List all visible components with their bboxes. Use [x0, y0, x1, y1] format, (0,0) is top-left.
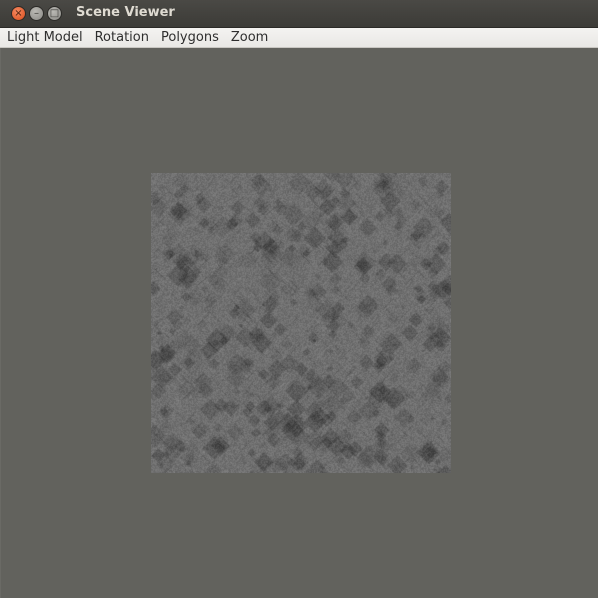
menu-zoom[interactable]: Zoom	[225, 30, 274, 45]
window-controls: × – □	[11, 6, 62, 21]
menu-rotation[interactable]: Rotation	[89, 30, 155, 45]
close-button[interactable]: ×	[11, 6, 26, 21]
title-bar[interactable]: × – □ Scene Viewer	[0, 0, 598, 28]
minimize-icon: –	[34, 7, 39, 19]
window-title: Scene Viewer	[76, 5, 175, 20]
maximize-icon: □	[49, 7, 60, 19]
maximize-button[interactable]: □	[47, 6, 62, 21]
minimize-button[interactable]: –	[29, 6, 44, 21]
menu-light-model[interactable]: Light Model	[0, 30, 89, 45]
menu-polygons[interactable]: Polygons	[155, 30, 225, 45]
close-icon: ×	[14, 7, 23, 19]
menu-bar: Light Model Rotation Polygons Zoom	[0, 28, 598, 48]
textured-quad	[151, 173, 451, 473]
app-window: × – □ Scene Viewer Light Model Rotation …	[0, 0, 598, 598]
render-viewport[interactable]	[0, 48, 598, 598]
